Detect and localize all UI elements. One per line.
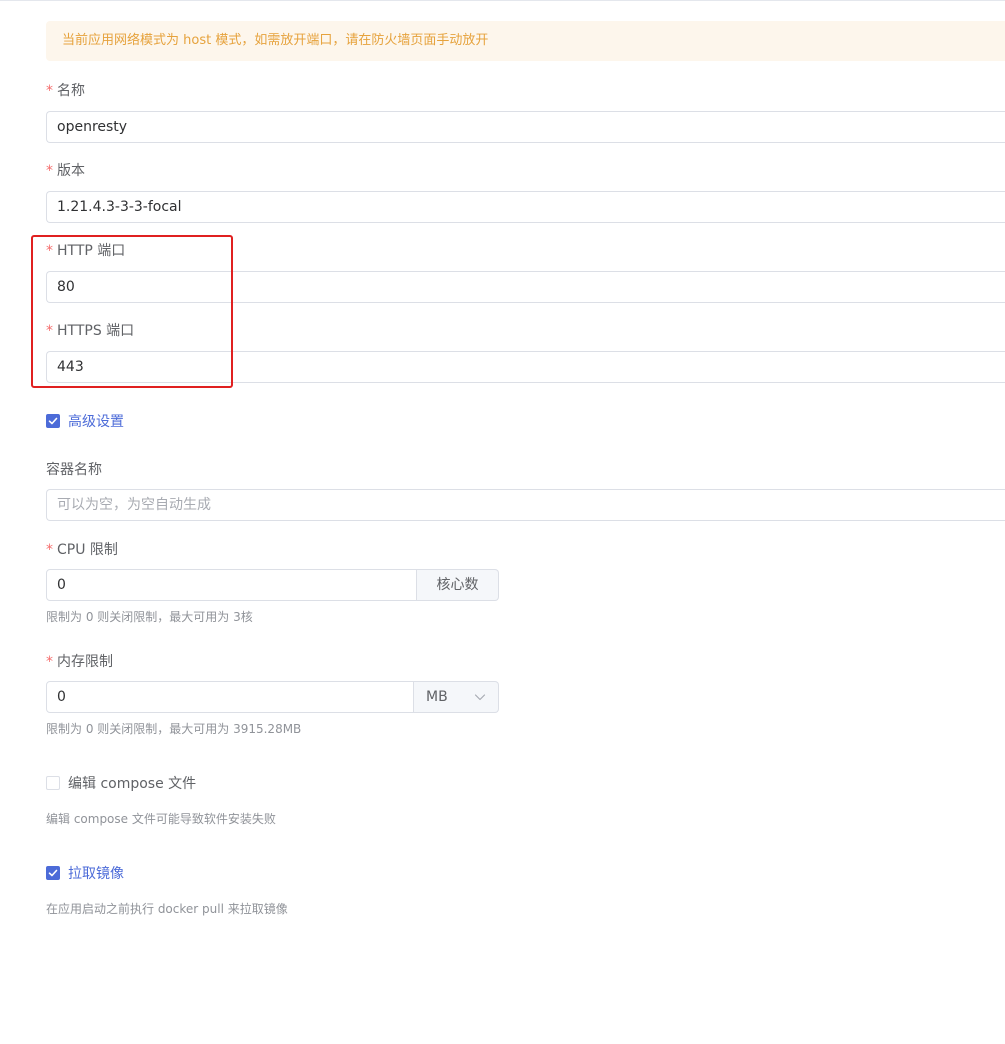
edit-compose-hint: 编辑 compose 文件可能导致软件安装失败 [46, 812, 276, 826]
checkbox-box[interactable] [46, 776, 60, 790]
app-install-form: 当前应用网络模式为 host 模式，如需放开端口，请在防火墙页面手动放开 * 名称… [0, 0, 1005, 1044]
pull-image-label: 拉取镜像 [68, 866, 124, 882]
cpu-limit-hint: 限制为 0 则关闭限制，最大可用为 3核 [46, 610, 253, 624]
version-label: * 版本 [46, 163, 85, 179]
https-port-input[interactable] [46, 351, 1005, 383]
required-mark: * [46, 163, 53, 179]
edit-compose-checkbox[interactable]: 编辑 compose 文件 [46, 773, 196, 793]
cpu-limit-input[interactable] [46, 569, 417, 601]
memory-limit-input[interactable] [46, 681, 414, 713]
https-port-label: * HTTPS 端口 [46, 323, 135, 339]
required-mark: * [46, 654, 53, 670]
name-input[interactable] [46, 111, 1005, 143]
host-mode-alert: 当前应用网络模式为 host 模式，如需放开端口，请在防火墙页面手动放开 [46, 21, 1005, 61]
check-icon [48, 417, 58, 425]
cpu-unit-label: 核心数 [417, 569, 499, 601]
advanced-settings-checkbox[interactable]: 高级设置 [46, 411, 124, 431]
divider [0, 0, 1005, 1]
version-select[interactable] [46, 191, 1005, 223]
memory-unit-value: MB [426, 689, 448, 705]
pull-image-hint: 在应用启动之前执行 docker pull 来拉取镜像 [46, 902, 288, 916]
required-mark: * [46, 323, 53, 339]
container-name-input[interactable] [46, 489, 1005, 521]
chevron-down-icon [474, 694, 486, 701]
required-mark: * [46, 542, 53, 558]
pull-image-checkbox[interactable]: 拉取镜像 [46, 863, 124, 883]
check-icon [48, 869, 58, 877]
advanced-settings-label: 高级设置 [68, 414, 124, 430]
http-port-label: * HTTP 端口 [46, 243, 126, 259]
memory-limit-label: * 内存限制 [46, 654, 113, 670]
name-label: * 名称 [46, 83, 85, 99]
memory-unit-select[interactable]: MB [414, 681, 499, 713]
required-mark: * [46, 243, 53, 259]
edit-compose-label: 编辑 compose 文件 [68, 776, 197, 792]
container-name-label: 容器名称 [46, 462, 102, 478]
cpu-limit-label: * CPU 限制 [46, 542, 118, 558]
alert-text: 当前应用网络模式为 host 模式，如需放开端口，请在防火墙页面手动放开 [62, 33, 489, 48]
required-mark: * [46, 83, 53, 99]
memory-limit-hint: 限制为 0 则关闭限制，最大可用为 3915.28MB [46, 722, 302, 736]
http-port-input[interactable] [46, 271, 1005, 303]
checkbox-box[interactable] [46, 866, 60, 880]
checkbox-box[interactable] [46, 414, 60, 428]
